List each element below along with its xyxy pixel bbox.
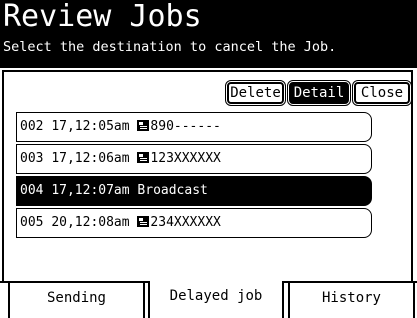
fax-icon <box>137 152 150 163</box>
job-row-003[interactable]: 003 17,12:06am 123XXXXXX <box>16 144 372 174</box>
job-time: 17,12:05am <box>51 119 130 134</box>
tab-history[interactable]: History <box>288 281 415 318</box>
fax-icon <box>137 120 150 131</box>
job-time: 17,12:07am <box>51 183 130 198</box>
job-id: 003 <box>20 151 44 166</box>
page-title: Review Jobs <box>3 0 202 34</box>
job-time: 20,12:08am <box>51 215 130 230</box>
job-id: 004 <box>20 183 44 198</box>
job-row-005[interactable]: 005 20,12:08am 234XXXXXX <box>16 208 372 238</box>
tab-delayed-job[interactable]: Delayed job <box>148 279 284 318</box>
job-destination: 123XXXXXX <box>150 151 221 166</box>
job-destination: 890------ <box>150 119 221 134</box>
job-id: 005 <box>20 215 44 230</box>
header-bar: Review Jobs Select the destination to ca… <box>0 0 417 68</box>
job-destination: 234XXXXXX <box>150 215 221 230</box>
tab-bar: Sending Delayed job History <box>0 278 417 318</box>
job-row-004[interactable]: 004 17,12:07am Broadcast <box>16 176 372 206</box>
job-destination: Broadcast <box>137 183 208 198</box>
job-time: 17,12:06am <box>51 151 130 166</box>
page-subtitle: Select the destination to cancel the Job… <box>3 39 337 55</box>
fax-icon <box>137 216 150 227</box>
job-id: 002 <box>20 119 44 134</box>
job-row-002[interactable]: 002 17,12:05am 890------ <box>16 112 372 142</box>
tab-sending[interactable]: Sending <box>8 281 145 318</box>
delete-button[interactable]: Delete <box>225 80 286 106</box>
close-button[interactable]: Close <box>352 80 412 106</box>
detail-button[interactable]: Detail <box>287 80 351 106</box>
job-list: 002 17,12:05am 890------ 003 17,12:06am … <box>16 112 372 240</box>
